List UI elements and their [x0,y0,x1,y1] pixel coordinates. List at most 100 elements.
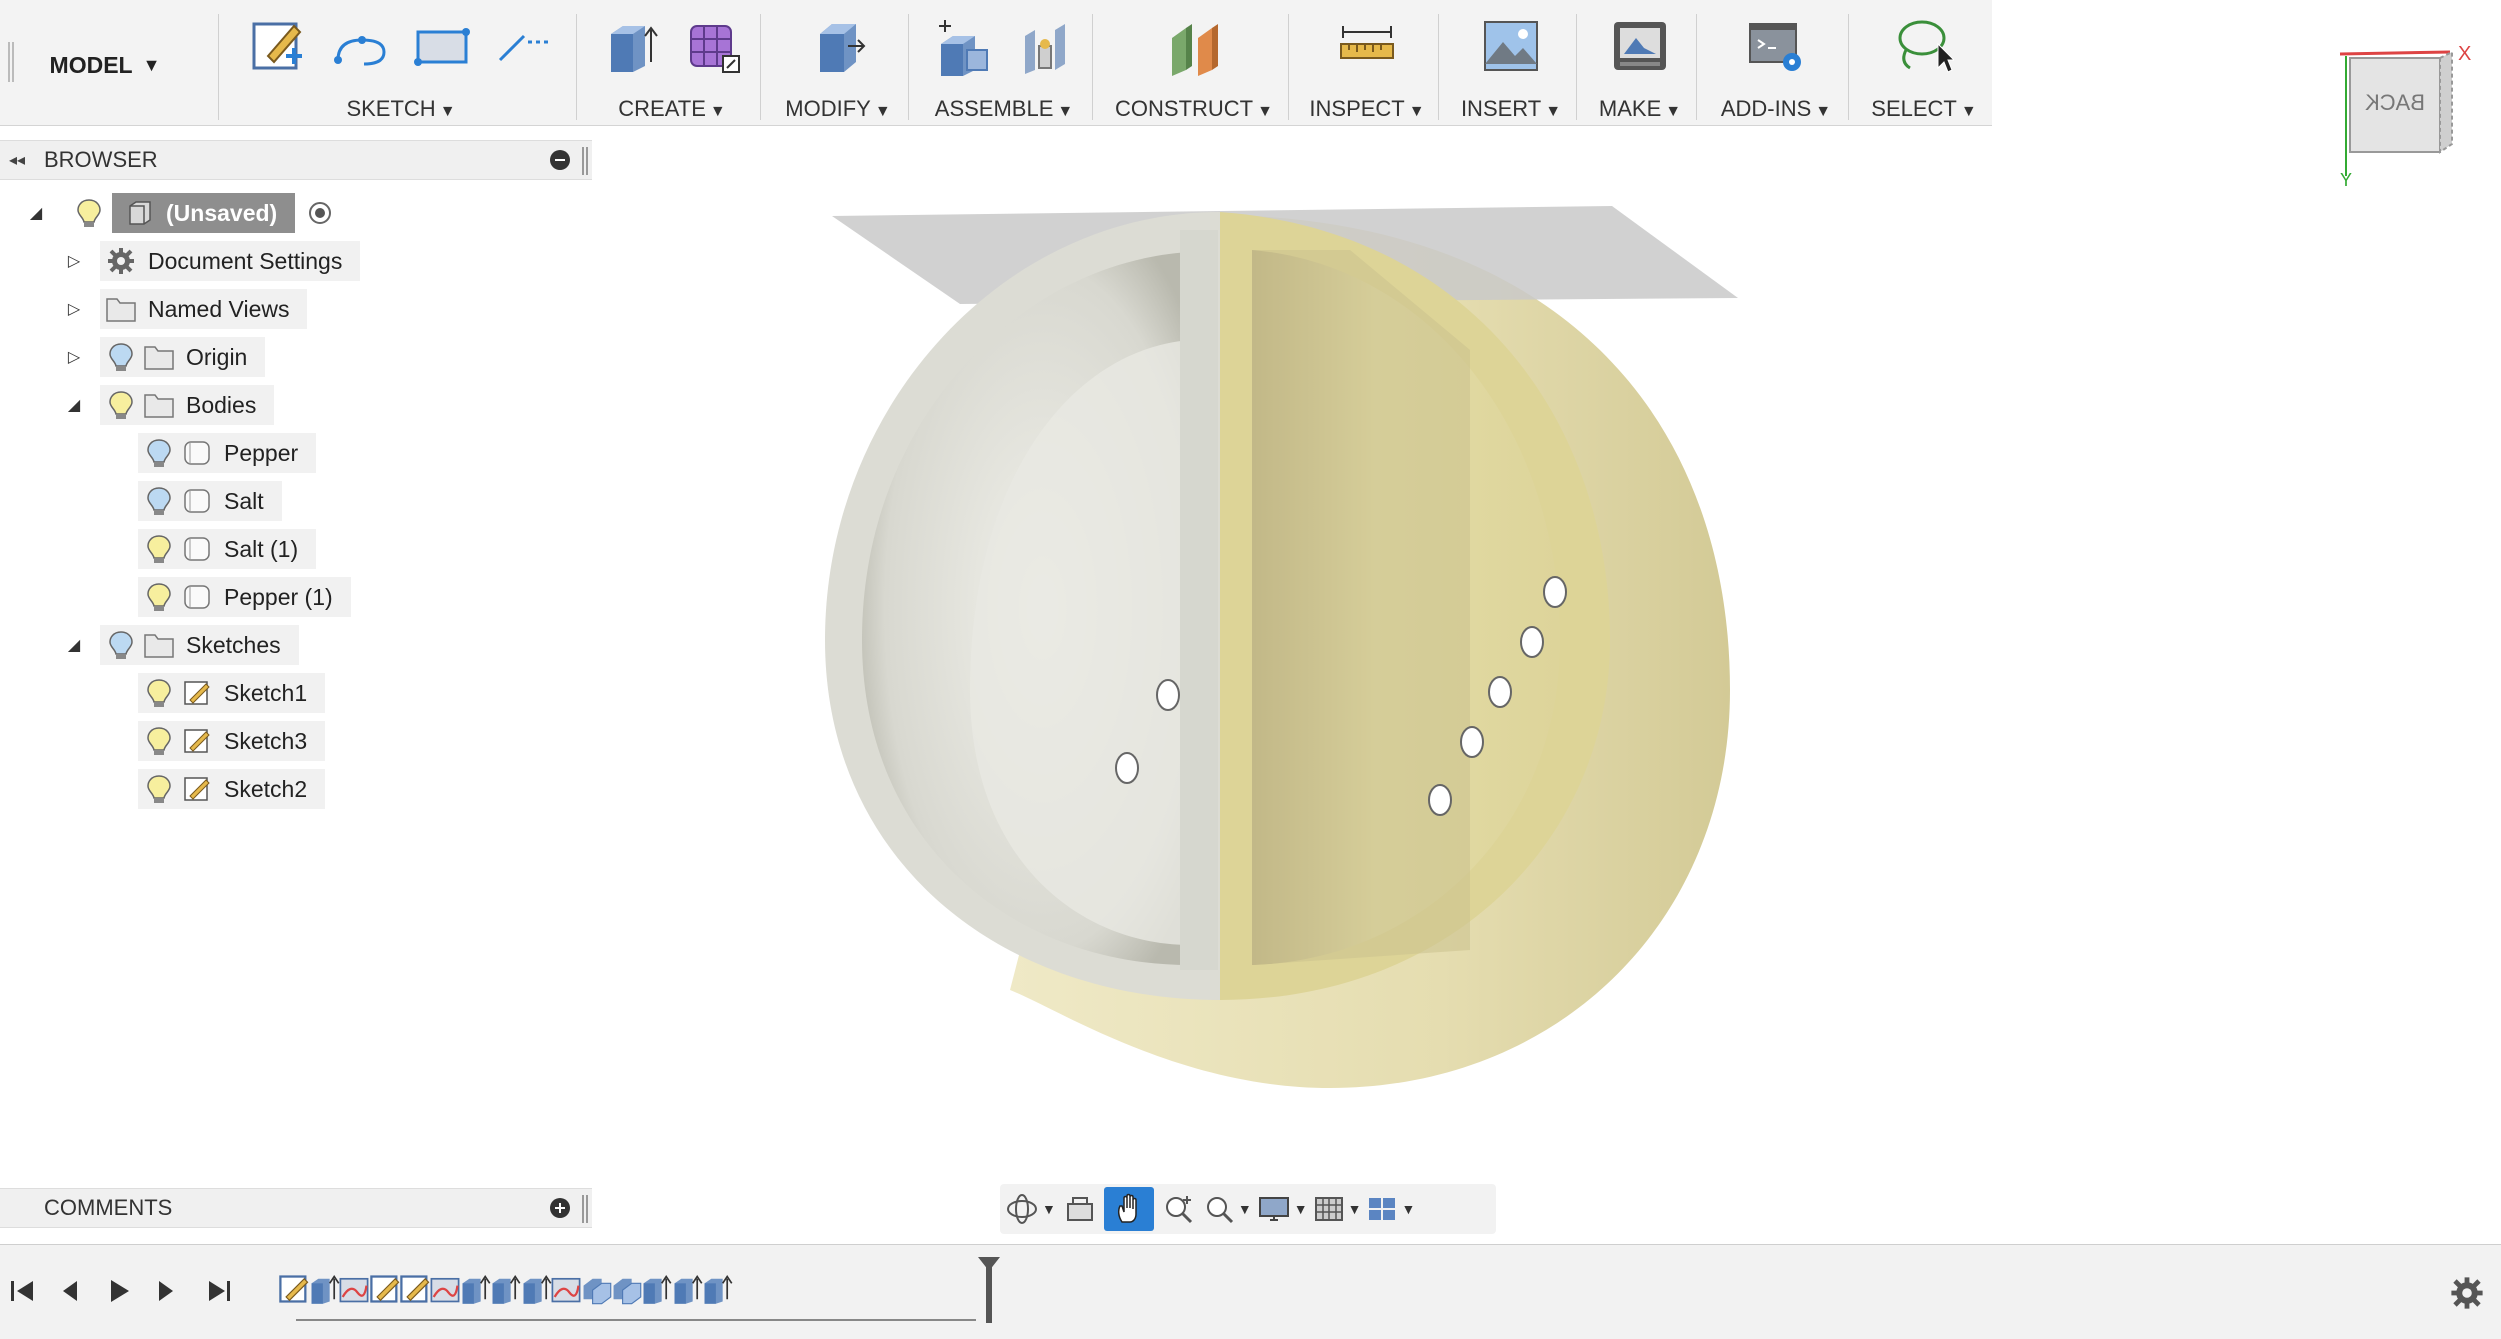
tree-row-document-settings[interactable]: ▷ Document Settings [64,241,361,281]
tree-row-sketch1[interactable]: Sketch1 [138,673,326,713]
tree-row-body-salt-1[interactable]: Salt (1) [138,529,317,569]
group-label[interactable]: CREATE ▼ [584,96,760,122]
unsaved-document[interactable]: (Unsaved) [112,193,296,233]
3d-print-icon[interactable] [1608,14,1672,78]
tree-row-body-salt[interactable]: Salt [138,481,282,521]
tree-row-origin[interactable]: ▷ Origin [64,337,266,377]
press-pull-icon[interactable] [806,14,870,78]
new-component-icon[interactable] [931,14,995,78]
lightbulb-icon[interactable] [142,532,176,566]
viewports-icon[interactable]: ▼ [1365,1187,1415,1231]
lightbulb-icon[interactable] [142,772,176,806]
group-label[interactable]: MAKE ▼ [1584,96,1696,122]
lasso-select-icon[interactable] [1892,14,1956,78]
chevron-down-icon: ▼ [1545,103,1562,120]
chevron-down-icon[interactable]: ▼ [1401,1201,1415,1217]
expand-triangle-icon[interactable]: ▷ [64,299,84,319]
workspace-switcher[interactable]: MODEL ▼ [30,40,180,90]
group-label[interactable]: MODIFY ▼ [768,96,908,122]
toolbar-grip[interactable] [8,42,14,82]
expand-triangle-icon[interactable]: ◢ [26,203,46,223]
look-at-icon[interactable] [1060,1187,1100,1231]
tree-label: Bodies [186,391,257,418]
lightbulb-icon[interactable] [104,388,138,422]
tree-row-sketch2[interactable]: Sketch2 [138,769,326,809]
toolbar-group-create: CREATE ▼ [584,0,760,126]
play-icon[interactable] [98,1271,138,1311]
arc-icon[interactable] [328,14,392,78]
activate-radio-icon[interactable] [303,196,337,230]
lightbulb-icon[interactable] [142,580,176,614]
lightbulb-icon[interactable] [142,436,176,470]
lightbulb-icon[interactable] [142,724,176,758]
chevron-down-icon[interactable]: ▼ [1294,1201,1308,1217]
extrude-icon[interactable] [599,14,663,78]
model-body-salt[interactable] [825,212,1220,1000]
scripts-icon[interactable] [1744,14,1808,78]
panel-grip[interactable] [582,147,588,175]
zoom-icon[interactable]: ▼ [1202,1187,1252,1231]
step-back-icon[interactable] [50,1271,90,1311]
grid-icon[interactable]: ▼ [1312,1187,1362,1231]
timeline-marker[interactable] [986,1261,992,1323]
step-forward-icon[interactable] [146,1271,186,1311]
toolbar-separator [218,14,219,120]
display-settings-icon[interactable]: ▼ [1256,1187,1308,1231]
group-label[interactable]: INSPECT ▼ [1296,96,1438,122]
add-comment-icon[interactable] [550,1198,570,1218]
tree-row-named-views[interactable]: ▷ Named Views [64,289,308,329]
chevron-down-icon: ▼ [142,54,161,75]
group-label[interactable]: SKETCH ▼ [226,96,576,122]
group-label[interactable]: ADD-INS ▼ [1704,96,1848,122]
lightbulb-icon[interactable] [104,340,138,374]
viewcube[interactable]: X Y BACK [2320,36,2480,190]
tree-row-body-pepper[interactable]: Pepper [138,433,317,473]
zoom-window-icon[interactable] [1158,1187,1198,1231]
create-sketch-icon[interactable] [246,14,310,78]
lightbulb-icon[interactable] [72,196,106,230]
toolbar-separator [908,14,909,120]
insert-image-icon[interactable] [1479,14,1543,78]
tree-row-sketch3[interactable]: Sketch3 [138,721,326,761]
body-icon [180,532,214,566]
fusion-window: MODEL ▼ SKETCH ▼ CREATE ▼ MODIFY ▼ ASSEM… [0,0,2501,1339]
panel-grip[interactable] [582,1195,588,1223]
go-to-start-icon[interactable] [2,1271,42,1311]
joint-icon[interactable] [1013,14,1077,78]
go-to-end-icon[interactable] [200,1271,240,1311]
toolbar-group-sketch: SKETCH ▼ [226,0,576,126]
collapse-triangle-icon[interactable]: ◢ [64,635,84,655]
toolbar-group-addins: ADD-INS ▼ [1704,0,1848,126]
gear-icon[interactable] [2449,1275,2485,1311]
rectangle-icon[interactable] [410,14,474,78]
tree-row-root[interactable]: ◢ (Unsaved) [26,193,337,233]
sketch-icon [180,676,214,710]
tree-row-body-pepper-1[interactable]: Pepper (1) [138,577,351,617]
chevron-down-icon[interactable]: ▼ [1042,1201,1056,1217]
group-label[interactable]: CONSTRUCT ▼ [1100,96,1288,122]
lightbulb-icon[interactable] [142,676,176,710]
chevron-down-icon[interactable]: ▼ [1348,1201,1362,1217]
expand-triangle-icon[interactable]: ▷ [64,347,84,367]
tree-row-bodies[interactable]: ◢ Bodies [64,385,275,425]
minimize-panel-icon[interactable] [550,150,570,170]
expand-triangle-icon[interactable]: ▷ [64,251,84,271]
lightbulb-icon[interactable] [104,628,138,662]
group-label[interactable]: INSERT ▼ [1446,96,1576,122]
pan-icon[interactable] [1103,1187,1154,1231]
lightbulb-icon[interactable] [142,484,176,518]
collapse-triangle-icon[interactable]: ◢ [64,395,84,415]
tree-row-sketches[interactable]: ◢ Sketches [64,625,299,665]
timeline-feature-extrude-icon[interactable] [699,1271,735,1307]
3d-viewport[interactable] [600,140,2500,1180]
toolbar-separator [1576,14,1577,120]
line-icon[interactable] [492,14,556,78]
form-icon[interactable] [681,14,745,78]
offset-plane-icon[interactable] [1162,14,1226,78]
measure-icon[interactable] [1335,14,1399,78]
orbit-icon[interactable]: ▼ [1004,1187,1056,1231]
collapse-panel-icon[interactable]: ◂◂ [2,150,32,170]
group-label[interactable]: ASSEMBLE ▼ [916,96,1092,122]
chevron-down-icon[interactable]: ▼ [1238,1201,1252,1217]
group-label[interactable]: SELECT ▼ [1856,96,1992,122]
